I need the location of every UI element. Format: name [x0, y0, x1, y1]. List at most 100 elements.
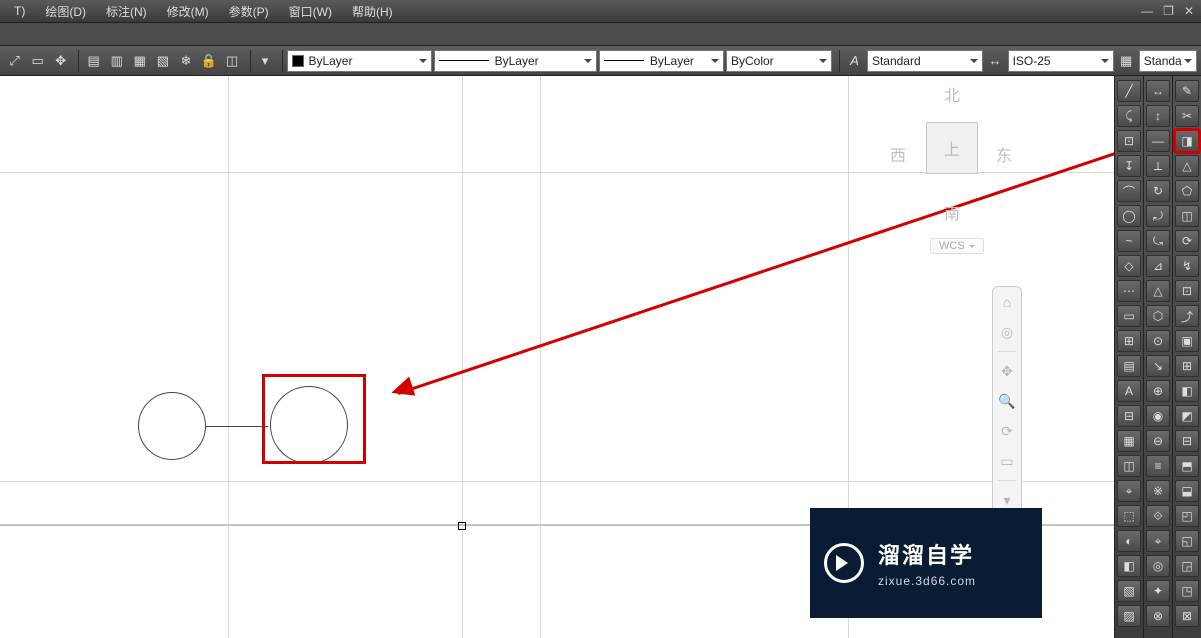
- viewcube-east[interactable]: 东: [996, 142, 1012, 166]
- viewcube-west[interactable]: 西: [890, 142, 906, 166]
- dimension-tool-12[interactable]: ⊕: [1146, 380, 1170, 402]
- menu-help[interactable]: 帮助(H): [342, 3, 403, 20]
- draw-tool-19[interactable]: ◧: [1117, 555, 1141, 577]
- pan-icon[interactable]: ✥: [50, 50, 71, 72]
- draw-tool-10[interactable]: ⊞: [1117, 330, 1141, 352]
- menu-annotate[interactable]: 标注(N): [96, 3, 157, 20]
- modify-tool-14[interactable]: ⊟: [1175, 430, 1199, 452]
- color-dropdown[interactable]: ByLayer: [287, 50, 431, 72]
- draw-tool-8[interactable]: ⋯: [1117, 280, 1141, 302]
- viewcube-top-face[interactable]: 上: [926, 122, 978, 174]
- circle-left[interactable]: [138, 392, 206, 460]
- modify-tool-8[interactable]: ⊡: [1175, 280, 1199, 302]
- draw-tool-0[interactable]: ╱: [1117, 80, 1141, 102]
- draw-tool-18[interactable]: ◐: [1117, 530, 1141, 552]
- modify-tool-15[interactable]: ⬒: [1175, 455, 1199, 477]
- modify-tool-7[interactable]: ↯: [1175, 255, 1199, 277]
- layer-match-icon[interactable]: ◫: [222, 50, 243, 72]
- dimension-tool-9[interactable]: ⬡: [1146, 305, 1170, 327]
- text-style-icon[interactable]: A: [844, 50, 865, 72]
- layer-freeze-icon[interactable]: ❄: [175, 50, 196, 72]
- nav-zoom-icon[interactable]: 🔍: [996, 390, 1018, 412]
- draw-tool-5[interactable]: ◯: [1117, 205, 1141, 227]
- modify-tool-18[interactable]: ◱: [1175, 530, 1199, 552]
- modify-tool-9[interactable]: ⤴: [1175, 305, 1199, 327]
- zoom-window-icon[interactable]: ⤢: [4, 50, 25, 72]
- draw-tool-4[interactable]: ⌒: [1117, 180, 1141, 202]
- modify-tool-10[interactable]: ▣: [1175, 330, 1199, 352]
- draw-tool-15[interactable]: ◫: [1117, 455, 1141, 477]
- modify-tool-20[interactable]: ◳: [1175, 580, 1199, 602]
- layer-off-icon[interactable]: ▧: [152, 50, 173, 72]
- dimension-tool-10[interactable]: ⊙: [1146, 330, 1170, 352]
- connector-line[interactable]: [206, 426, 268, 427]
- zoom-extents-icon[interactable]: ▭: [27, 50, 48, 72]
- modify-tool-3[interactable]: △: [1175, 155, 1199, 177]
- dimension-tool-15[interactable]: ≡: [1146, 455, 1170, 477]
- close-icon[interactable]: ✕: [1181, 4, 1197, 18]
- modify-tool-5[interactable]: ◫: [1175, 205, 1199, 227]
- draw-tool-14[interactable]: ▦: [1117, 430, 1141, 452]
- dim-style-icon[interactable]: ↔: [985, 50, 1006, 72]
- dimension-tool-3[interactable]: ⟂: [1146, 155, 1170, 177]
- nav-home-icon[interactable]: ⌂: [996, 291, 1018, 313]
- dimension-tool-19[interactable]: ◎: [1146, 555, 1170, 577]
- draw-tool-20[interactable]: ▧: [1117, 580, 1141, 602]
- modify-tool-13[interactable]: ◩: [1175, 405, 1199, 427]
- draw-tool-21[interactable]: ▨: [1117, 605, 1141, 627]
- dimension-tool-18[interactable]: ⌖: [1146, 530, 1170, 552]
- draw-tool-6[interactable]: ~: [1117, 230, 1141, 252]
- modify-tool-21[interactable]: ⊠: [1175, 605, 1199, 627]
- dimension-tool-2[interactable]: —: [1146, 130, 1170, 152]
- modify-tool-0[interactable]: ✎: [1175, 80, 1199, 102]
- nav-show-icon[interactable]: ▭: [996, 450, 1018, 472]
- menu-window[interactable]: 窗口(W): [279, 3, 342, 20]
- viewcube-south[interactable]: 南: [944, 200, 960, 224]
- modify-tool-19[interactable]: ◲: [1175, 555, 1199, 577]
- dimension-tool-16[interactable]: ※: [1146, 480, 1170, 502]
- modify-tool-2[interactable]: ◨: [1175, 130, 1199, 152]
- menu-modify[interactable]: 修改(M): [157, 3, 219, 20]
- dimension-tool-14[interactable]: ⊖: [1146, 430, 1170, 452]
- draw-tool-3[interactable]: ↧: [1117, 155, 1141, 177]
- linetype-dropdown[interactable]: ByLayer: [434, 50, 597, 72]
- table-style-icon[interactable]: ▦: [1116, 50, 1137, 72]
- layer-dropdown-toggle[interactable]: ▾: [255, 50, 276, 72]
- nav-orbit-icon[interactable]: ⟳: [996, 420, 1018, 442]
- drawing-canvas[interactable]: 北 西 上 东 南 WCS ⌂ ◎ ✥ 🔍 ⟳ ▭ ▾ 溜溜自学 zixue.3…: [0, 76, 1114, 638]
- layer-props-icon[interactable]: ▤: [83, 50, 104, 72]
- modify-tool-17[interactable]: ◰: [1175, 505, 1199, 527]
- dimension-tool-4[interactable]: ↻: [1146, 180, 1170, 202]
- dimension-tool-6[interactable]: ⤿: [1146, 230, 1170, 252]
- dimension-tool-17[interactable]: ⟐: [1146, 505, 1170, 527]
- dimension-tool-8[interactable]: △: [1146, 280, 1170, 302]
- menu-param[interactable]: 参数(P): [219, 3, 279, 20]
- dimension-tool-1[interactable]: ↕: [1146, 105, 1170, 127]
- draw-tool-12[interactable]: A: [1117, 380, 1141, 402]
- draw-tool-2[interactable]: ⊡: [1117, 130, 1141, 152]
- dimension-tool-0[interactable]: ↔: [1146, 80, 1170, 102]
- modify-tool-11[interactable]: ⊞: [1175, 355, 1199, 377]
- wcs-badge[interactable]: WCS: [930, 238, 984, 254]
- menu-draw[interactable]: 绘图(D): [35, 3, 96, 20]
- draw-tool-17[interactable]: ⬚: [1117, 505, 1141, 527]
- dimension-tool-5[interactable]: ⤾: [1146, 205, 1170, 227]
- dimension-tool-11[interactable]: ↘: [1146, 355, 1170, 377]
- nav-wheel-icon[interactable]: ◎: [996, 321, 1018, 343]
- draw-tool-16[interactable]: ⌖: [1117, 480, 1141, 502]
- dimension-tool-13[interactable]: ◉: [1146, 405, 1170, 427]
- modify-tool-6[interactable]: ⟳: [1175, 230, 1199, 252]
- draw-tool-7[interactable]: ◇: [1117, 255, 1141, 277]
- minimize-icon[interactable]: —: [1138, 4, 1156, 18]
- layer-states-icon[interactable]: ▥: [106, 50, 127, 72]
- tablestyle-dropdown[interactable]: Standa: [1139, 50, 1197, 72]
- layer-iso-icon[interactable]: ▦: [129, 50, 150, 72]
- draw-tool-9[interactable]: ▭: [1117, 305, 1141, 327]
- maximize-icon[interactable]: ❐: [1160, 4, 1177, 18]
- draw-tool-11[interactable]: ▤: [1117, 355, 1141, 377]
- modify-tool-16[interactable]: ⬓: [1175, 480, 1199, 502]
- viewcube-north[interactable]: 北: [944, 82, 960, 106]
- dimstyle-dropdown[interactable]: ISO-25: [1008, 50, 1114, 72]
- modify-tool-4[interactable]: ⬠: [1175, 180, 1199, 202]
- modify-tool-12[interactable]: ◧: [1175, 380, 1199, 402]
